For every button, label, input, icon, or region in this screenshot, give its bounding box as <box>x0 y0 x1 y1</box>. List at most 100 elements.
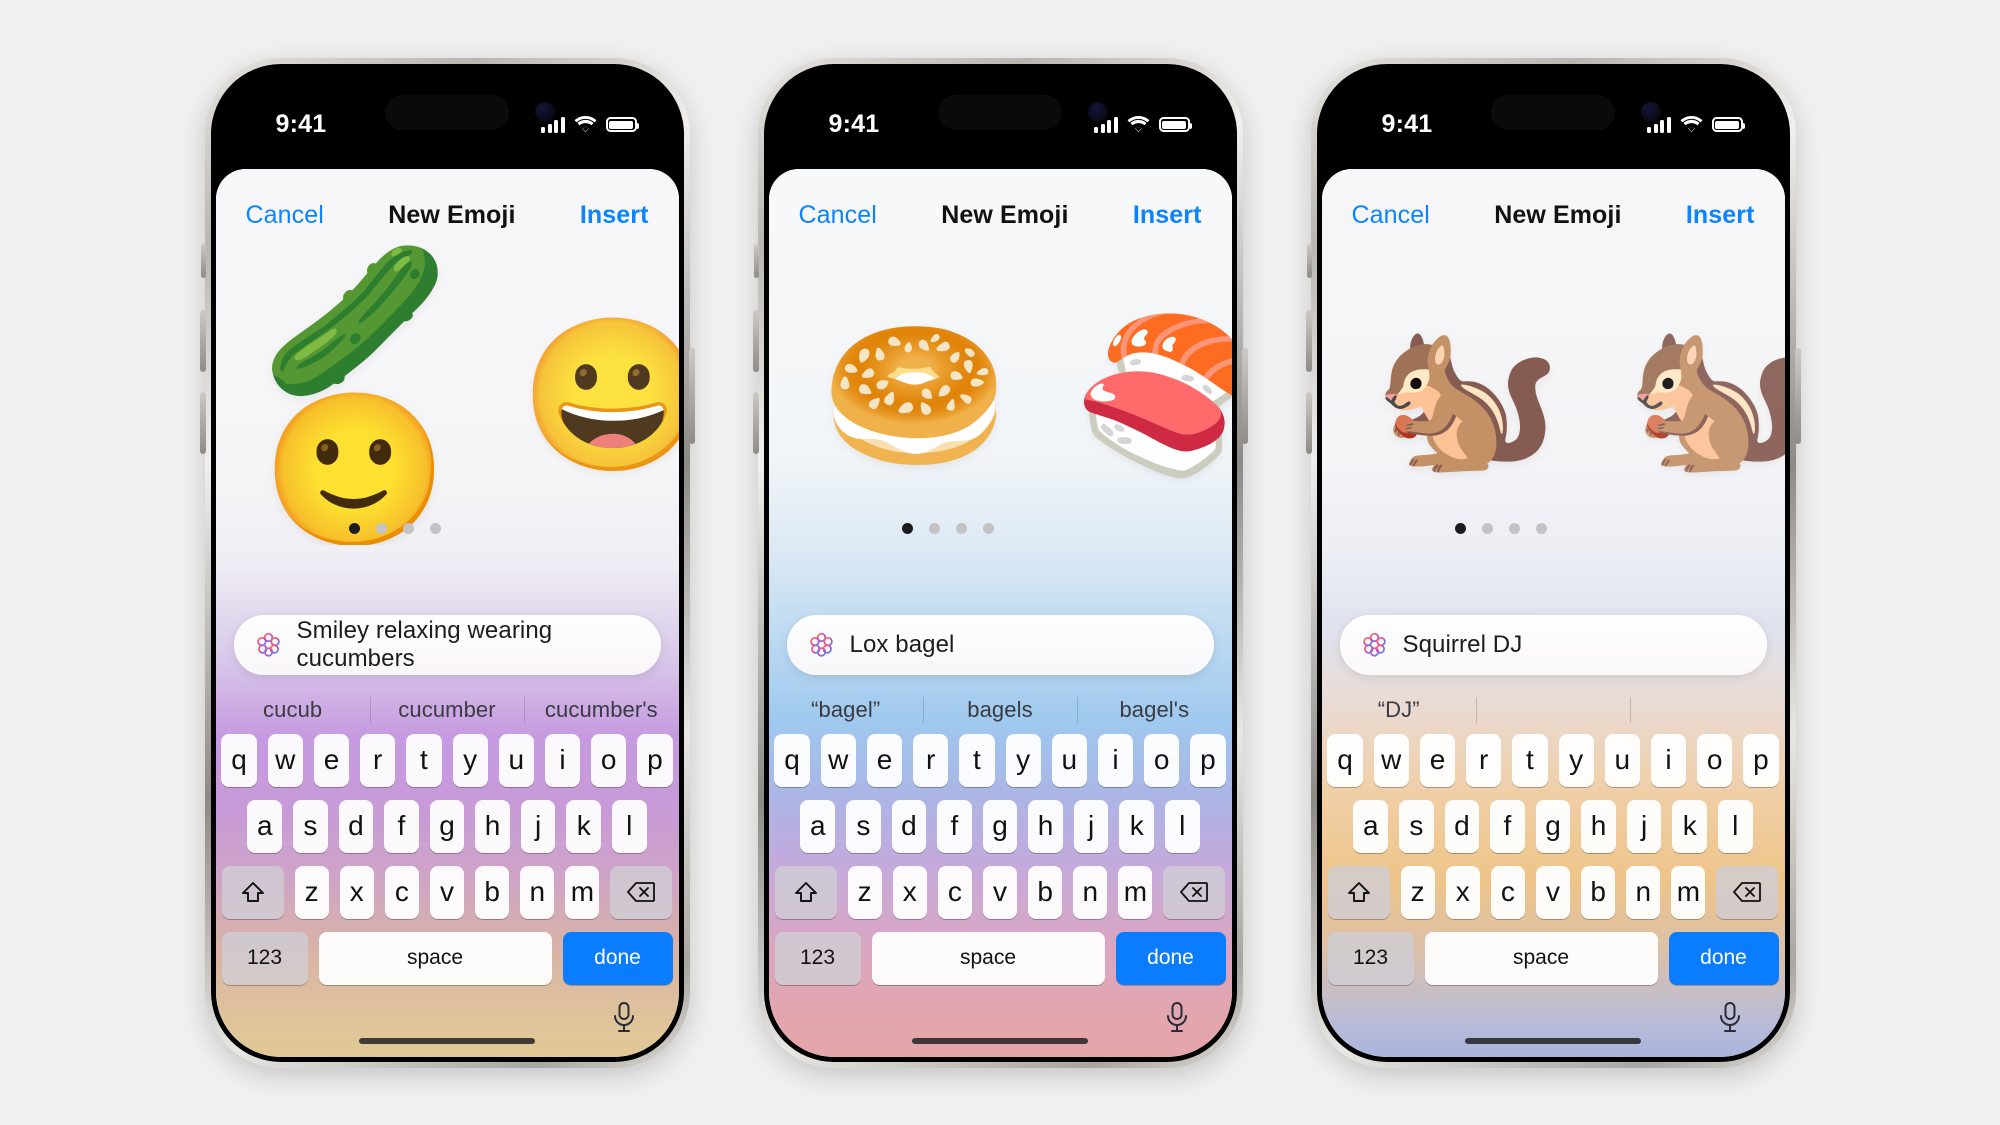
key-m[interactable]: m <box>1118 865 1153 919</box>
key-n[interactable]: n <box>1626 865 1661 919</box>
key-s[interactable]: s <box>846 799 881 853</box>
key-h[interactable]: h <box>1581 799 1616 853</box>
key-v[interactable]: v <box>1535 865 1571 919</box>
emoji-result-secondary[interactable]: 🐿️ <box>1620 295 1784 495</box>
key-t[interactable]: t <box>959 733 995 787</box>
volume-down-button[interactable] <box>1305 391 1312 454</box>
home-indicator[interactable] <box>359 1037 535 1044</box>
key-o[interactable]: o <box>1697 733 1733 787</box>
key-m[interactable]: m <box>1671 865 1706 919</box>
emoji-carousel[interactable]: 🥯 🍣 <box>769 245 1231 545</box>
volume-up-button[interactable] <box>1305 309 1312 372</box>
page-dot-1[interactable] <box>901 522 913 534</box>
suggestion-item-1[interactable]: “bagel” <box>769 697 923 723</box>
key-t[interactable]: t <box>406 733 442 787</box>
page-dot-3[interactable] <box>402 522 414 534</box>
key-e[interactable]: e <box>313 733 350 787</box>
key-w[interactable]: w <box>267 733 303 787</box>
page-dot-1[interactable] <box>348 522 360 534</box>
emoji-result-primary[interactable]: 🥯 <box>815 295 1015 495</box>
suggestion-item-3[interactable]: cucumber's <box>524 697 678 723</box>
key-j[interactable]: j <box>1626 799 1662 853</box>
key-v[interactable]: v <box>982 865 1018 919</box>
key-c[interactable]: c <box>384 865 419 919</box>
insert-button[interactable]: Insert <box>1686 201 1755 230</box>
backspace-delete-icon[interactable] <box>610 865 673 919</box>
key-r[interactable]: r <box>1466 733 1502 787</box>
page-dot-3[interactable] <box>955 522 967 534</box>
key-n[interactable]: n <box>1073 865 1108 919</box>
page-dot-1[interactable] <box>1454 522 1466 534</box>
space-key[interactable]: space <box>871 931 1105 985</box>
key-c[interactable]: c <box>937 865 972 919</box>
key-b[interactable]: b <box>1028 865 1063 919</box>
key-h[interactable]: h <box>1028 799 1063 853</box>
suggestion-item-1[interactable]: “DJ” <box>1322 697 1476 723</box>
key-p[interactable]: p <box>637 733 673 787</box>
numeric-mode-key[interactable]: 123 <box>221 931 308 985</box>
page-dot-2[interactable] <box>928 522 940 534</box>
key-e[interactable]: e <box>866 733 903 787</box>
key-x[interactable]: x <box>892 865 927 919</box>
key-m[interactable]: m <box>565 865 600 919</box>
key-i[interactable]: i <box>1650 733 1687 787</box>
key-k[interactable]: k <box>1672 799 1707 853</box>
microphone-icon[interactable] <box>1164 1001 1190 1040</box>
key-g[interactable]: g <box>429 799 465 853</box>
space-key[interactable]: space <box>1424 931 1658 985</box>
key-y[interactable]: y <box>452 733 488 787</box>
key-f[interactable]: f <box>937 799 972 853</box>
key-s[interactable]: s <box>1399 799 1434 853</box>
key-v[interactable]: v <box>429 865 465 919</box>
key-j[interactable]: j <box>520 799 556 853</box>
key-z[interactable]: z <box>847 865 882 919</box>
key-p[interactable]: p <box>1743 733 1779 787</box>
page-dot-4[interactable] <box>429 522 441 534</box>
key-q[interactable]: q <box>774 733 810 787</box>
key-p[interactable]: p <box>1190 733 1226 787</box>
page-dot-2[interactable] <box>375 522 387 534</box>
key-n[interactable]: n <box>520 865 555 919</box>
suggestion-item-2[interactable]: bagels <box>923 697 1077 723</box>
insert-button[interactable]: Insert <box>1133 201 1202 230</box>
emoji-carousel[interactable]: 🐿️ 🐿️ <box>1322 245 1784 545</box>
key-a[interactable]: a <box>1353 799 1389 853</box>
shift-arrow-icon[interactable] <box>221 865 284 919</box>
cancel-button[interactable]: Cancel <box>1352 201 1430 230</box>
key-q[interactable]: q <box>221 733 257 787</box>
page-dot-3[interactable] <box>1508 522 1520 534</box>
key-j[interactable]: j <box>1073 799 1109 853</box>
suggestion-item-2[interactable]: cucumber <box>370 697 524 723</box>
key-a[interactable]: a <box>247 799 283 853</box>
prompt-field[interactable]: Squirrel DJ <box>1339 614 1767 675</box>
key-h[interactable]: h <box>475 799 510 853</box>
emoji-result-secondary[interactable]: 🍣 <box>1067 295 1231 495</box>
insert-button[interactable]: Insert <box>580 201 649 230</box>
backspace-delete-icon[interactable] <box>1163 865 1226 919</box>
emoji-result-primary[interactable]: 🐿️ <box>1368 295 1568 495</box>
power-button[interactable] <box>1794 347 1801 444</box>
prompt-field[interactable]: Lox bagel <box>786 614 1214 675</box>
key-z[interactable]: z <box>1400 865 1435 919</box>
cancel-button[interactable]: Cancel <box>799 201 877 230</box>
key-d[interactable]: d <box>338 799 374 853</box>
space-key[interactable]: space <box>318 931 552 985</box>
key-b[interactable]: b <box>1581 865 1616 919</box>
power-button[interactable] <box>688 347 695 444</box>
volume-up-button[interactable] <box>199 309 206 372</box>
prompt-field[interactable]: Smiley relaxing wearing cucumbers <box>233 614 661 675</box>
volume-up-button[interactable] <box>752 309 759 372</box>
page-dot-2[interactable] <box>1481 522 1493 534</box>
microphone-icon[interactable] <box>611 1001 637 1040</box>
key-y[interactable]: y <box>1558 733 1594 787</box>
shift-arrow-icon[interactable] <box>774 865 837 919</box>
shift-arrow-icon[interactable] <box>1327 865 1390 919</box>
key-u[interactable]: u <box>1051 733 1087 787</box>
key-z[interactable]: z <box>294 865 329 919</box>
key-d[interactable]: d <box>1444 799 1480 853</box>
key-i[interactable]: i <box>544 733 581 787</box>
key-x[interactable]: x <box>339 865 374 919</box>
key-r[interactable]: r <box>913 733 949 787</box>
cancel-button[interactable]: Cancel <box>246 201 324 230</box>
key-x[interactable]: x <box>1445 865 1480 919</box>
